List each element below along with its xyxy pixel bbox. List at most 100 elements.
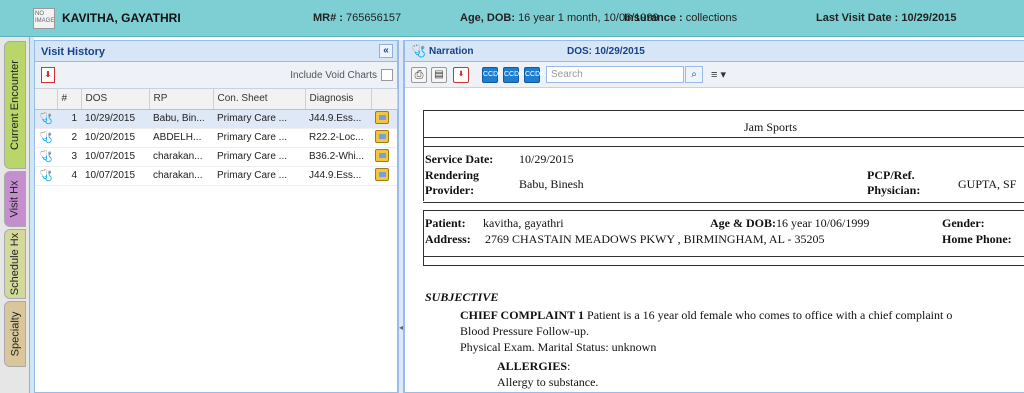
- section-subjective: SUBJECTIVE: [425, 290, 499, 304]
- tab-schedule-hx[interactable]: Schedule Hx: [4, 229, 26, 299]
- tab-specialty[interactable]: Specialty: [4, 301, 26, 367]
- age-dob-value: 16 year 10/06/1999: [776, 216, 870, 230]
- service-date-label: Service Date:: [425, 152, 494, 166]
- column-header-num[interactable]: #: [57, 89, 82, 110]
- column-header-dos[interactable]: DOS: [81, 89, 150, 110]
- tab-label: Current Encounter: [9, 60, 22, 150]
- print-icon[interactable]: ⎙: [411, 67, 427, 83]
- rendering-provider-label-2: Provider:: [425, 183, 475, 197]
- pdf-export-icon[interactable]: ⬇: [453, 67, 469, 83]
- edit-note-icon[interactable]: [375, 148, 389, 162]
- patient-label: Patient:: [425, 216, 466, 230]
- row-dos: 10/20/2015: [81, 128, 149, 148]
- divider: [423, 110, 1024, 111]
- last-visit-date: Last Visit Date : 10/29/2015: [816, 12, 956, 24]
- gender-label: Gender:: [942, 216, 985, 230]
- tab-visit-hx[interactable]: Visit Hx: [4, 171, 26, 227]
- mr-label: MR# :: [313, 12, 343, 24]
- tab-current-encounter[interactable]: Current Encounter: [4, 41, 26, 169]
- chief-complaint-label: CHIEF COMPLAINT 1: [460, 308, 585, 322]
- address-value: 2769 CHASTAIN MEADOWS PKWY , BIRMINGHAM,…: [485, 232, 825, 246]
- table-row[interactable]: 🩺 4 10/07/2015 charakan... Primary Care …: [35, 166, 397, 186]
- ccda-icon[interactable]: CCDA: [503, 67, 524, 83]
- patient-photo-placeholder: NO IMAGE: [33, 8, 55, 29]
- include-void-checkbox[interactable]: [381, 69, 393, 81]
- pcp-physician: GUPTA, SF: [958, 177, 1017, 191]
- row-rp: charakan...: [149, 147, 213, 167]
- narration-toolbar: ⎙ ▤ ⬇ CCD CCDA CCDA Search ⌕ ≡ ▾: [405, 62, 1024, 88]
- row-rp: Babu, Bin...: [149, 109, 213, 129]
- search-icon[interactable]: ⌕: [685, 66, 703, 83]
- row-rp: charakan...: [149, 166, 213, 186]
- physical-exam-line: Physical Exam. Marital Status: unknown: [460, 340, 657, 354]
- visit-history-title: Visit History: [41, 46, 105, 58]
- mr-value: 765656157: [346, 12, 402, 24]
- row-diagnosis: J44.9.Ess...: [305, 109, 371, 129]
- age-label: Age, DOB:: [460, 12, 515, 24]
- narration-document: Jam Sports Service Date: 10/29/2015 Rend…: [405, 89, 1024, 393]
- row-con-sheet: Primary Care ...: [213, 166, 305, 186]
- divider: [423, 210, 424, 266]
- print-preview-icon[interactable]: ▤: [431, 67, 447, 83]
- column-header-con-sheet[interactable]: Con. Sheet: [213, 89, 306, 110]
- menu-icon[interactable]: ≡ ▾: [711, 68, 726, 81]
- pcp-label-2: Physician:: [867, 183, 921, 197]
- app-root: NO IMAGE KAVITHA, GAYATHRI MR# : 7656561…: [0, 0, 1024, 393]
- ccda-export-icon[interactable]: CCDA: [524, 67, 545, 83]
- visit-icon: 🩺: [39, 131, 53, 144]
- row-number: 1: [57, 109, 81, 129]
- tab-label: Specialty: [9, 311, 22, 357]
- divider: [423, 210, 1024, 211]
- allergies-heading: ALLERGIES:: [497, 359, 570, 374]
- table-row[interactable]: 🩺 1 10/29/2015 Babu, Bin... Primary Care…: [35, 109, 397, 129]
- rendering-provider: Babu, Binesh: [519, 177, 584, 191]
- rendering-provider-label: Rendering: [425, 168, 479, 182]
- last-visit-label: Last Visit Date :: [816, 12, 899, 24]
- row-dos: 10/07/2015: [81, 147, 149, 167]
- patient-value: kavitha, gayathri: [483, 216, 564, 230]
- insurance-label: Insurance :: [624, 12, 683, 24]
- row-con-sheet: Primary Care ...: [213, 109, 305, 129]
- table-row[interactable]: 🩺 3 10/07/2015 charakan... Primary Care …: [35, 147, 397, 167]
- visit-history-panel: Visit History « ⬇ Include Void Charts # …: [34, 40, 398, 393]
- narration-dos: DOS: 10/29/2015: [567, 46, 645, 57]
- splitter-arrow-icon: ◂: [399, 323, 404, 332]
- age-dob-label: Age & DOB:: [710, 216, 776, 230]
- chief-complaint-line: Blood Pressure Follow-up.: [460, 324, 589, 338]
- insurance-value: collections: [685, 12, 738, 24]
- edit-note-icon[interactable]: [375, 167, 389, 181]
- row-diagnosis: J44.9.Ess...: [305, 166, 371, 186]
- divider: [423, 146, 1024, 147]
- row-dos: 10/07/2015: [81, 166, 149, 186]
- column-header-rp[interactable]: RP: [149, 89, 214, 110]
- table-header-row: # DOS RP Con. Sheet Diagnosis: [35, 89, 398, 110]
- divider: [423, 110, 424, 201]
- table-row[interactable]: 🩺 2 10/20/2015 ABDELH... Primary Care ..…: [35, 128, 397, 148]
- visit-history-table: # DOS RP Con. Sheet Diagnosis 🩺 1 10/29/…: [35, 89, 398, 186]
- ccd-icon[interactable]: CCD: [482, 67, 498, 83]
- pdf-icon[interactable]: ⬇: [41, 67, 55, 83]
- divider: [423, 137, 1024, 138]
- chief-complaint: CHIEF COMPLAINT 1 Patient is a 16 year o…: [460, 308, 952, 323]
- edit-note-icon[interactable]: [375, 110, 389, 124]
- pcp-label: PCP/Ref.: [867, 168, 915, 182]
- visit-history-title-bar: Visit History «: [35, 41, 397, 62]
- chief-complaint-text: Patient is a 16 year old female who come…: [587, 308, 953, 322]
- collapse-panel-button[interactable]: «: [379, 44, 393, 58]
- age-dob-field: Age & DOB:16 year 10/06/1999: [710, 216, 869, 231]
- patient-header: NO IMAGE KAVITHA, GAYATHRI MR# : 7656561…: [0, 0, 1024, 37]
- row-con-sheet: Primary Care ...: [213, 128, 305, 148]
- patient-name: KAVITHA, GAYATHRI: [62, 11, 181, 25]
- row-diagnosis: B36.2-Whi...: [305, 147, 371, 167]
- edit-note-icon[interactable]: [375, 129, 389, 143]
- last-visit-value: 10/29/2015: [901, 12, 957, 24]
- row-con-sheet: Primary Care ...: [213, 147, 305, 167]
- divider: [423, 265, 1024, 266]
- side-tab-bar: Current Encounter Visit Hx Schedule Hx S…: [0, 37, 30, 393]
- visit-history-toolbar: ⬇ Include Void Charts: [35, 62, 397, 89]
- allergies-label: ALLERGIES: [497, 359, 568, 373]
- narration-title: Narration: [429, 46, 474, 57]
- column-header-diagnosis[interactable]: Diagnosis: [305, 89, 372, 110]
- include-void-label: Include Void Charts: [290, 70, 377, 81]
- search-input[interactable]: Search: [546, 66, 684, 83]
